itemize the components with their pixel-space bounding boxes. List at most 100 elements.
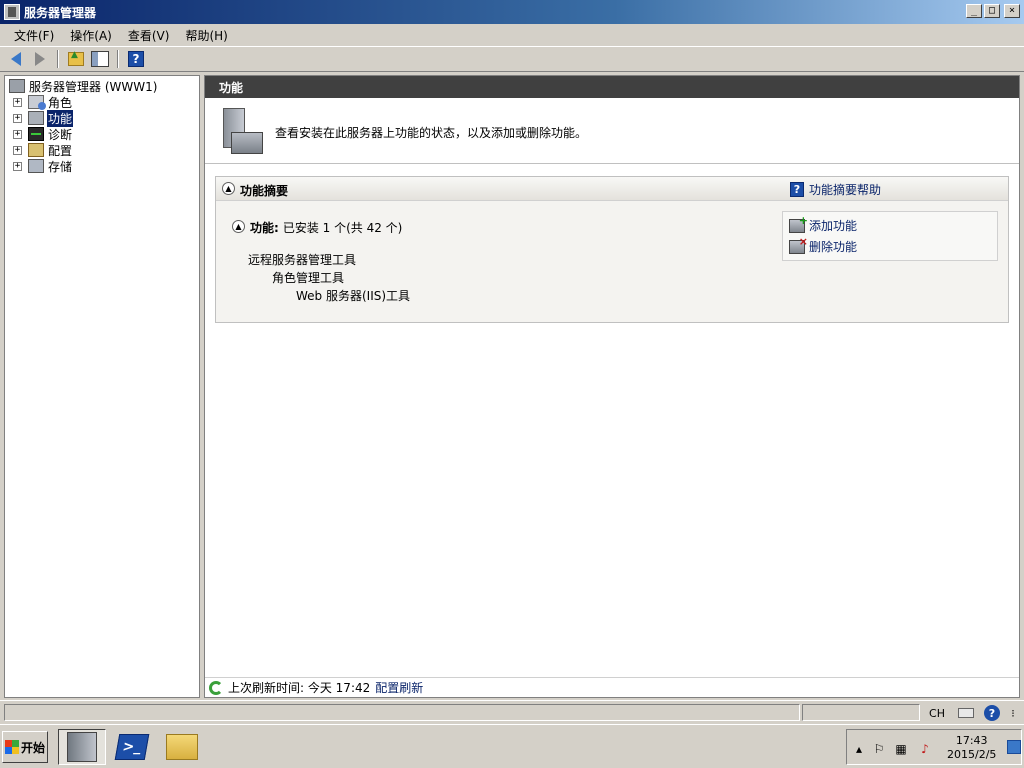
remove-features-link[interactable]: 删除功能: [789, 235, 858, 255]
features-label: 功能:: [250, 221, 279, 235]
close-button[interactable]: ×: [1004, 4, 1020, 18]
clock-time: 17:43: [955, 734, 988, 747]
server-manager-icon: [67, 732, 97, 762]
tree-item-diagnostics[interactable]: + 诊断: [13, 126, 73, 142]
remove-feature-icon: [789, 235, 808, 254]
features-summary-section: ▲ 功能摘要 ? 功能摘要帮助 ▲ 功能: 已安装 1 个(共 42 个) 远程…: [215, 176, 1009, 323]
summary-help-label: 功能摘要帮助: [809, 183, 882, 197]
add-features-link[interactable]: 添加功能: [789, 214, 858, 234]
forward-button[interactable]: [30, 49, 50, 69]
keyboard-button[interactable]: [956, 703, 976, 723]
clock-date: 2015/2/5: [947, 748, 997, 761]
help-icon: ?: [790, 182, 804, 197]
keyboard-icon: [958, 708, 974, 718]
options-button[interactable]: ⁝: [1006, 703, 1020, 723]
flag-icon[interactable]: ⚐: [871, 742, 887, 756]
menu-view[interactable]: 查看(V): [120, 27, 178, 44]
notification-area: ▴ ⚐ ▦ ♪ 17:43 2015/2/5: [846, 729, 1022, 765]
back-arrow-icon: [11, 52, 21, 66]
status-bar: CH ? ⁝: [0, 700, 1024, 722]
menu-bar: 文件(F) 操作(A) 查看(V) 帮助(H): [0, 24, 1024, 46]
up-level-button[interactable]: [66, 49, 86, 69]
show-desktop-button[interactable]: [1007, 740, 1021, 754]
tree-root-label: 服务器管理器 (WWW1): [29, 79, 158, 94]
summary-help-link[interactable]: ? 功能摘要帮助: [790, 181, 881, 198]
refresh-status: 上次刷新时间: 今天 17:42 配置刷新: [205, 677, 1019, 697]
tree-item-label: 配置: [48, 143, 73, 158]
forward-arrow-icon: [35, 52, 45, 66]
back-button[interactable]: [6, 49, 26, 69]
chevron-down-icon: ⁝: [1011, 706, 1015, 720]
installed-feature-item: 远程服务器管理工具: [248, 253, 357, 267]
up-folder-icon: [68, 50, 84, 66]
title-bar: 服务器管理器 _ □ ×: [0, 0, 1024, 24]
collapse-features-icon[interactable]: ▲: [232, 220, 245, 233]
menu-action[interactable]: 操作(A): [62, 27, 120, 44]
menu-help[interactable]: 帮助(H): [177, 27, 235, 44]
diagnostics-icon: [28, 127, 44, 141]
help-icon: ?: [984, 705, 1000, 721]
tree-root-item[interactable]: 服务器管理器 (WWW1): [9, 78, 158, 94]
expand-icon[interactable]: +: [13, 97, 22, 107]
tree-item-label: 功能: [47, 109, 74, 127]
help-icon: ?: [128, 51, 144, 67]
expand-icon[interactable]: +: [13, 113, 22, 123]
tree-item-features[interactable]: + 功能: [13, 109, 74, 127]
collapse-summary-icon[interactable]: ▲: [222, 182, 235, 195]
tree-item-roles[interactable]: + 角色: [13, 94, 73, 110]
help-button[interactable]: ?: [982, 703, 1002, 723]
powershell-icon: >_: [114, 734, 150, 760]
start-button[interactable]: 开始: [2, 731, 48, 763]
expand-icon[interactable]: +: [13, 161, 22, 171]
window-controls: _ □ ×: [966, 4, 1020, 18]
summary-header: ▲ 功能摘要 ? 功能摘要帮助: [216, 177, 1008, 201]
tree-item-label: 诊断: [48, 127, 73, 142]
server-icon: [9, 79, 25, 93]
intro-panel: 查看安装在此服务器上功能的状态，以及添加或删除功能。: [205, 98, 1019, 164]
installed-feature-item: Web 服务器(IIS)工具: [296, 289, 411, 303]
content-pane: 功能 查看安装在此服务器上功能的状态，以及添加或删除功能。 ▲ 功能摘要 ? 功…: [204, 75, 1020, 698]
window-title: 服务器管理器: [24, 5, 97, 20]
network-icon[interactable]: ▦: [893, 742, 909, 756]
installed-feature-item: 角色管理工具: [272, 271, 345, 285]
minimize-button[interactable]: _: [966, 4, 982, 18]
show-hide-tree-button[interactable]: [90, 49, 110, 69]
content-header: 功能: [205, 76, 1019, 98]
intro-text: 查看安装在此服务器上功能的状态，以及添加或删除功能。: [275, 126, 588, 140]
toolbar: ?: [0, 46, 1024, 72]
expand-icon[interactable]: +: [13, 145, 22, 155]
tree-item-storage[interactable]: + 存储: [13, 158, 73, 174]
last-refresh-text: 上次刷新时间: 今天 17:42: [228, 681, 371, 695]
maximize-button[interactable]: □: [984, 4, 1000, 18]
volume-muted-icon[interactable]: ♪: [917, 742, 933, 756]
tree-item-configuration[interactable]: + 配置: [13, 142, 73, 158]
status-cell: [802, 704, 920, 721]
features-large-icon: [219, 108, 265, 156]
console-tree-icon: [91, 51, 109, 67]
toolbar-separator: [117, 50, 119, 68]
clock[interactable]: 17:43 2015/2/5: [947, 734, 996, 762]
add-features-label: 添加功能: [809, 219, 858, 233]
configure-refresh-link[interactable]: 配置刷新: [375, 679, 423, 696]
storage-icon: [28, 159, 44, 173]
status-cell: [4, 704, 800, 721]
help-button[interactable]: ?: [126, 49, 146, 69]
windows-logo-icon: [4, 740, 19, 754]
start-label: 开始: [20, 740, 45, 755]
summary-title: 功能摘要: [240, 184, 289, 198]
language-indicator[interactable]: CH: [926, 703, 948, 723]
configuration-icon: [28, 143, 44, 157]
refresh-icon: [209, 680, 223, 695]
actions-panel: 添加功能 删除功能: [782, 211, 998, 261]
folder-icon: [166, 734, 198, 760]
show-hidden-icons-icon[interactable]: ▴: [851, 742, 867, 756]
features-status-line: ▲ 功能: 已安装 1 个(共 42 个): [226, 219, 402, 236]
expand-icon[interactable]: +: [13, 129, 22, 139]
taskbar-powershell[interactable]: >_: [108, 729, 156, 765]
menu-file[interactable]: 文件(F): [6, 27, 62, 44]
taskbar-explorer[interactable]: [158, 729, 206, 765]
taskbar-server-manager[interactable]: [58, 729, 106, 765]
remove-features-label: 删除功能: [809, 240, 858, 254]
server-manager-icon: [4, 4, 20, 20]
console-tree: 服务器管理器 (WWW1) + 角色 + 功能 + 诊断 + 配置 + 存储: [4, 75, 200, 698]
